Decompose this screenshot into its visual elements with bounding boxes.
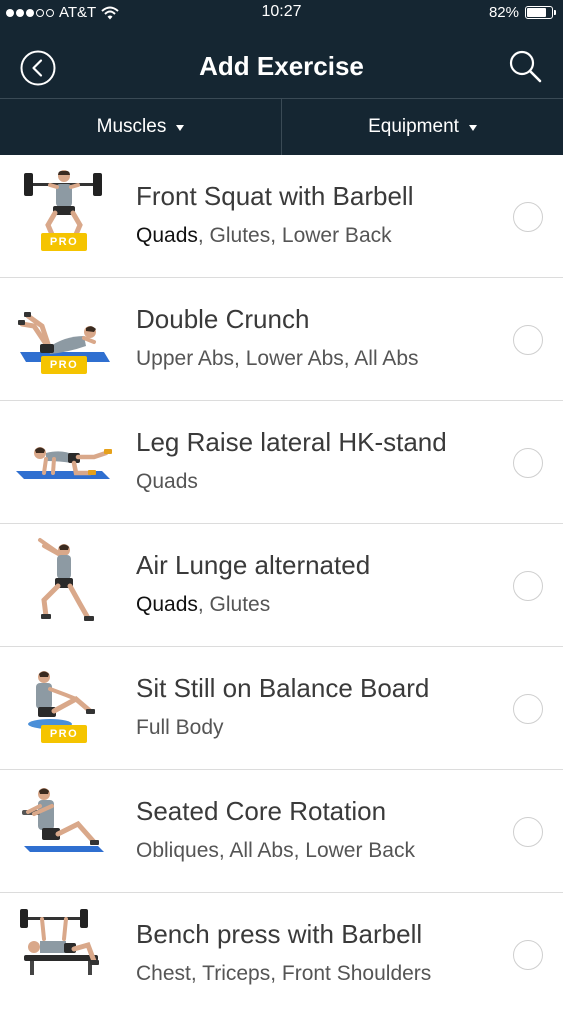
secondary-muscles: Quads [136,470,198,493]
muscles-filter-label: Muscles [96,116,167,137]
exercise-muscles: Quads, Glutes [136,593,270,617]
secondary-muscles: Chest, Triceps, Front Shoulders [136,962,432,985]
equipment-filter-dropdown[interactable]: Equipment [281,99,563,155]
select-radio[interactable] [513,940,543,970]
exercise-muscles: Chest, Triceps, Front Shoulders [136,962,431,986]
exercise-row[interactable]: PRO Sit Still on Balance Board Full Body [0,647,563,770]
select-radio[interactable] [513,571,543,601]
status-bar: AT&T 10:27 82% [0,0,563,28]
battery-icon [525,6,556,19]
bench-press-barbell-figure [14,905,114,1005]
front-squat-barbell-figure: PRO [14,167,114,267]
exercise-row[interactable]: PRO Double Crunch Upper Abs, Lower Abs, … [0,278,563,401]
secondary-muscles: , Glutes, Lower Back [197,224,392,247]
exercise-row[interactable]: Leg Raise lateral HK-stand Quads [0,401,563,524]
primary-muscle: Quads [136,224,198,247]
secondary-muscles: Full Body [136,716,224,739]
secondary-muscles: Upper Abs, Lower Abs, All Abs [136,347,419,370]
seated-core-rotation-figure [14,782,114,882]
exercise-name: Front Squat with Barbell [136,181,414,211]
exercise-muscles: Quads, Glutes, Lower Back [136,224,392,248]
exercise-name: Double Crunch [136,304,310,334]
exercise-row[interactable]: Air Lunge alternated Quads, Glutes [0,524,563,647]
air-lunge-figure [14,536,114,636]
select-radio[interactable] [513,817,543,847]
exercise-muscles: Quads [136,470,198,494]
status-time: 10:27 [261,3,302,20]
exercise-list: PRO Front Squat with Barbell Quads, Glut… [0,155,563,1016]
double-crunch-figure: PRO [14,290,114,390]
app-header: AT&T 10:27 82% Add Exercise Muscles Equi… [0,0,563,155]
primary-muscle: Quads [136,593,198,616]
secondary-muscles: Obliques, All Abs, Lower Back [136,839,415,862]
exercise-name: Air Lunge alternated [136,550,371,580]
exercise-name: Leg Raise lateral HK-stand [136,427,447,457]
pro-badge: PRO [41,356,87,374]
search-button[interactable] [507,48,543,84]
battery-status: 82% [488,4,556,21]
page-title: Add Exercise [199,51,364,81]
filter-bar: Muscles Equipment [0,98,563,155]
select-radio[interactable] [513,202,543,232]
exercise-muscles: Obliques, All Abs, Lower Back [136,839,415,863]
search-icon [509,50,542,83]
exercise-name: Seated Core Rotation [136,796,387,826]
exercise-name: Sit Still on Balance Board [136,673,430,703]
exercise-row[interactable]: Seated Core Rotation Obliques, All Abs, … [0,770,563,893]
secondary-muscles: , Glutes [197,593,271,616]
exercise-row[interactable]: PRO Front Squat with Barbell Quads, Glut… [0,155,563,278]
exercise-name: Bench press with Barbell [136,919,423,949]
caret-down-icon [176,125,185,131]
exercise-row[interactable]: Bench press with Barbell Chest, Triceps,… [0,893,563,1016]
balance-board-figure: PRO [14,659,114,759]
pro-badge: PRO [41,233,87,251]
navigation-bar: Add Exercise [0,30,563,98]
caret-down-icon [468,125,477,131]
select-radio[interactable] [513,325,543,355]
select-radio[interactable] [513,694,543,724]
select-radio[interactable] [513,448,543,478]
equipment-filter-label: Equipment [368,116,459,137]
pro-badge: PRO [41,725,87,743]
battery-percent: 82% [488,4,519,21]
exercise-muscles: Upper Abs, Lower Abs, All Abs [136,347,419,371]
leg-raise-lateral-figure [14,413,114,513]
exercise-muscles: Full Body [136,716,224,740]
muscles-filter-dropdown[interactable]: Muscles [0,99,281,155]
